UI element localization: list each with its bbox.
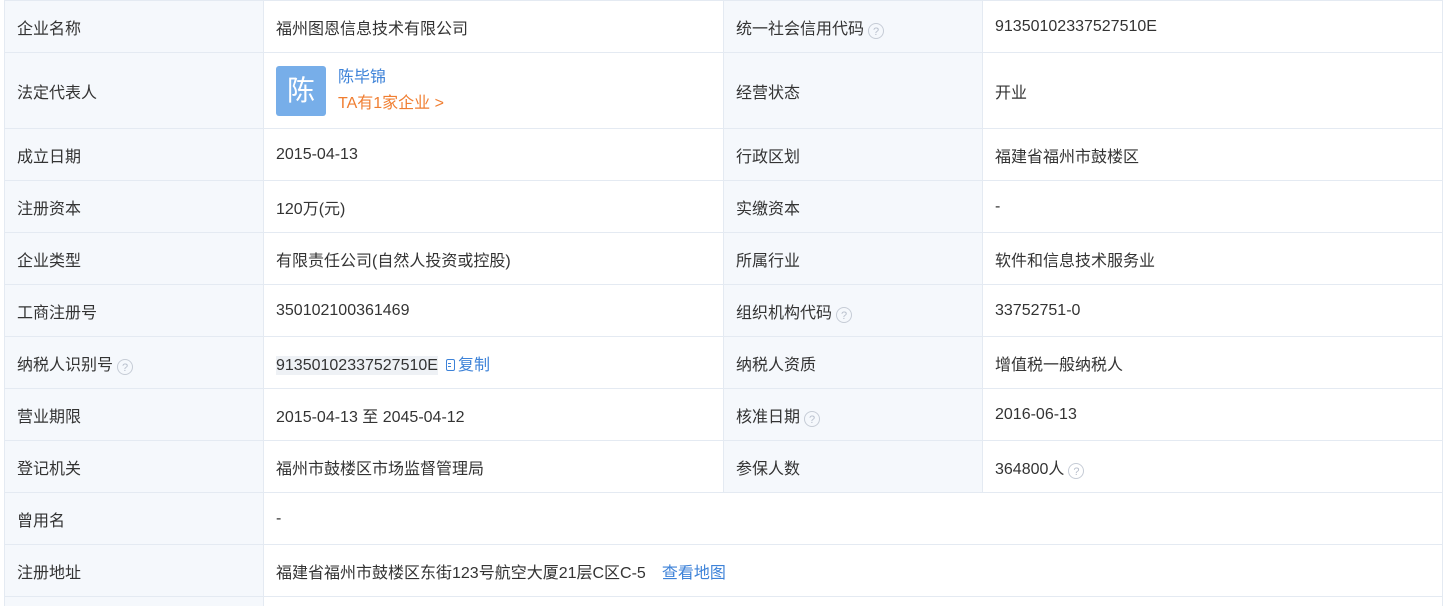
taxpayer-id-label: 纳税人识别号: [17, 356, 114, 374]
legal-rep-company-count-link[interactable]: TA有1家企业 >: [338, 91, 444, 117]
company-name-value: 福州图恩信息技术有限公司: [263, 0, 724, 53]
address-cell: 福建省福州市鼓楼区东街123号航空大厦21层C区C-5 查看地图: [263, 544, 1443, 597]
help-icon[interactable]: ?: [117, 358, 134, 375]
former-name-label: 曾用名: [4, 492, 264, 545]
taxpayer-id-cell: 91350102337527510E 复制: [263, 336, 724, 389]
industry-label: 所属行业: [723, 232, 983, 285]
table-row: 登记机关 福州市鼓楼区市场监督管理局 参保人数 364800人?: [4, 440, 1443, 493]
insured-label: 参保人数: [723, 440, 983, 493]
address-value: 福建省福州市鼓楼区东街123号航空大厦21层C区C-5: [276, 564, 646, 582]
status-label: 经营状态: [723, 52, 983, 129]
former-name-value: -: [263, 492, 1443, 545]
taxpayer-qual-label: 纳税人资质: [723, 336, 983, 389]
view-map-link[interactable]: 查看地图: [662, 565, 726, 582]
table-row: 企业名称 福州图恩信息技术有限公司 统一社会信用代码? 913501023375…: [4, 0, 1443, 53]
approval-date-value: 2016-06-13: [982, 388, 1443, 441]
reg-capital-label: 注册资本: [4, 180, 264, 233]
credit-code-value: 91350102337527510E: [982, 0, 1443, 53]
founded-label: 成立日期: [4, 128, 264, 181]
help-icon[interactable]: ?: [804, 410, 821, 427]
company-info-panel: 企业名称 福州图恩信息技术有限公司 统一社会信用代码? 913501023375…: [0, 0, 1454, 606]
address-label: 注册地址: [4, 544, 264, 597]
legal-rep-name-link[interactable]: 陈毕锦: [338, 65, 444, 91]
credit-code-label-cell: 统一社会信用代码?: [723, 0, 983, 53]
paid-capital-label: 实缴资本: [723, 180, 983, 233]
taxpayer-qual-value: 增值税一般纳税人: [982, 336, 1443, 389]
table-row: 成立日期 2015-04-13 行政区划 福建省福州市鼓楼区: [4, 128, 1443, 181]
next-row-value: [263, 596, 1443, 606]
approval-date-label-cell: 核准日期?: [723, 388, 983, 441]
copy-icon: [445, 358, 455, 371]
table-row: [4, 596, 1443, 606]
biz-reg-no-label: 工商注册号: [4, 284, 264, 337]
avatar[interactable]: 陈: [276, 65, 326, 116]
copy-label: 复制: [457, 356, 490, 374]
legal-rep-cell: 陈 陈毕锦 TA有1家企业 >: [263, 52, 724, 129]
reg-authority-label: 登记机关: [4, 440, 264, 493]
help-icon[interactable]: ?: [868, 22, 885, 39]
biz-term-label: 营业期限: [4, 388, 264, 441]
insured-value: 364800人: [995, 460, 1065, 478]
org-code-value: 33752751-0: [982, 284, 1443, 337]
table-row: 营业期限 2015-04-13 至 2045-04-12 核准日期? 2016-…: [4, 388, 1443, 441]
org-code-label-cell: 组织机构代码?: [723, 284, 983, 337]
paid-capital-value: -: [982, 180, 1443, 233]
copy-button[interactable]: 复制: [445, 356, 490, 374]
insured-cell: 364800人?: [982, 440, 1443, 493]
credit-code-label: 统一社会信用代码: [736, 20, 865, 38]
reg-authority-value: 福州市鼓楼区市场监督管理局: [263, 440, 724, 493]
status-value: 开业: [982, 52, 1443, 129]
table-row: 法定代表人 陈 陈毕锦 TA有1家企业 > 经营状态 开业: [4, 52, 1443, 129]
table-row: 曾用名 -: [4, 492, 1443, 545]
taxpayer-id-label-cell: 纳税人识别号?: [4, 336, 264, 389]
table-row: 企业类型 有限责任公司(自然人投资或控股) 所属行业 软件和信息技术服务业: [4, 232, 1443, 285]
reg-capital-value: 120万(元): [263, 180, 724, 233]
region-label: 行政区划: [723, 128, 983, 181]
industry-value: 软件和信息技术服务业: [982, 232, 1443, 285]
next-row-label: [4, 596, 264, 606]
table-row: 注册资本 120万(元) 实缴资本 -: [4, 180, 1443, 233]
company-name-label: 企业名称: [4, 0, 264, 53]
legal-rep-label: 法定代表人: [4, 52, 264, 129]
approval-date-label: 核准日期: [736, 408, 801, 426]
table-row: 纳税人识别号? 91350102337527510E 复制 纳税人资质 增值税一般…: [4, 336, 1443, 389]
biz-reg-no-value: 350102100361469: [263, 284, 724, 337]
help-icon[interactable]: ?: [836, 306, 853, 323]
table-row: 工商注册号 350102100361469 组织机构代码? 33752751-0: [4, 284, 1443, 337]
org-code-label: 组织机构代码: [736, 304, 833, 322]
biz-term-value: 2015-04-13 至 2045-04-12: [263, 388, 724, 441]
region-value: 福建省福州市鼓楼区: [982, 128, 1443, 181]
legal-rep-text: 陈毕锦 TA有1家企业 >: [338, 65, 444, 117]
table-row: 注册地址 福建省福州市鼓楼区东街123号航空大厦21层C区C-5 查看地图: [4, 544, 1443, 597]
taxpayer-id-value[interactable]: 91350102337527510E: [276, 355, 438, 375]
founded-value: 2015-04-13: [263, 128, 724, 181]
company-info-table: 企业名称 福州图恩信息技术有限公司 统一社会信用代码? 913501023375…: [4, 0, 1443, 606]
company-type-label: 企业类型: [4, 232, 264, 285]
company-type-value: 有限责任公司(自然人投资或控股): [263, 232, 724, 285]
help-icon[interactable]: ?: [1068, 462, 1085, 479]
legal-rep-block: 陈 陈毕锦 TA有1家企业 >: [276, 65, 711, 117]
